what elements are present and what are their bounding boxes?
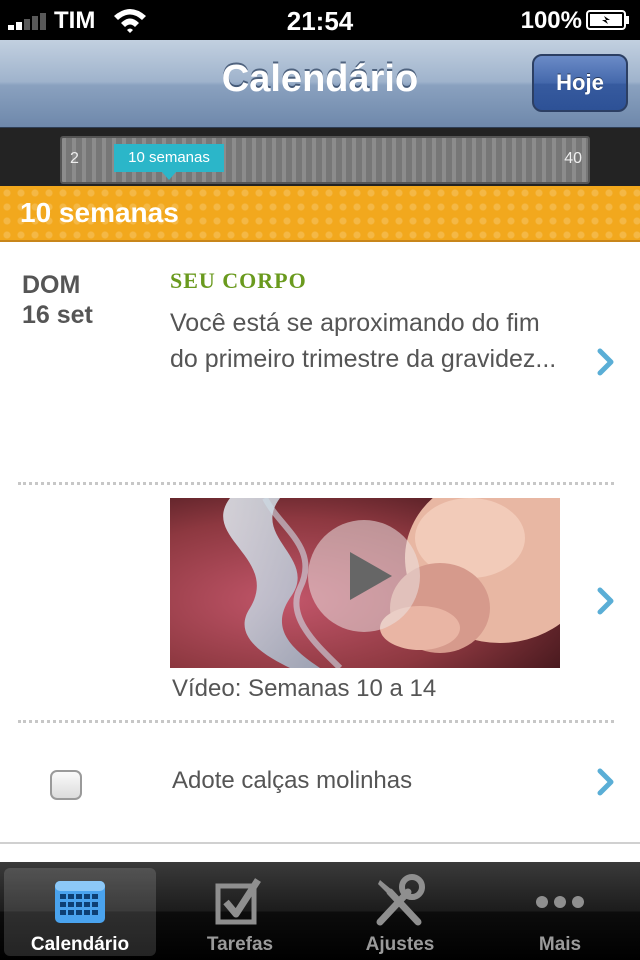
video-thumbnail[interactable] — [170, 498, 560, 668]
week-slider[interactable]: 2 40 10 semanas — [60, 136, 590, 184]
day-weekday: DOM — [22, 271, 81, 299]
tab-label: Tarefas — [206, 934, 274, 955]
day-label: DOM 16 set — [22, 270, 93, 330]
chevron-right-icon[interactable] — [596, 587, 616, 615]
week-slider-min: 2 — [70, 150, 79, 167]
task-checkbox[interactable] — [50, 770, 82, 800]
battery-icon — [586, 10, 629, 30]
more-icon — [536, 896, 584, 908]
checkbox-icon — [215, 878, 261, 925]
section-body-text: Você está se aproximando do fim do prime… — [170, 309, 557, 373]
chevron-right-icon[interactable] — [596, 768, 616, 796]
play-button[interactable] — [308, 520, 420, 632]
video-caption: Vídeo: Semanas 10 a 14 — [172, 675, 437, 702]
calendar-icon — [55, 881, 105, 923]
tab-calendario[interactable]: Calendário — [4, 868, 156, 956]
divider — [18, 482, 614, 485]
day-date: 16 set — [22, 301, 93, 329]
week-banner: 10 semanas — [0, 186, 640, 242]
play-icon — [350, 552, 392, 600]
chevron-right-icon[interactable] — [596, 348, 616, 376]
week-slider-max: 40 — [564, 150, 582, 167]
status-bar: TIM 21:54 100% — [0, 0, 640, 40]
navigation-bar: Calendário Hoje — [0, 40, 640, 128]
tab-label: Mais — [538, 934, 582, 955]
section-heading: SEU CORPO — [170, 268, 307, 293]
tab-ajustes[interactable]: Ajustes — [324, 868, 476, 956]
week-slider-thumb[interactable]: 10 semanas — [114, 144, 224, 180]
tab-mais[interactable]: Mais — [484, 868, 636, 956]
tab-label: Calendário — [30, 934, 130, 955]
tab-bar: Calendário Tarefas Ajustes Mais — [0, 862, 640, 960]
app-screen: TIM 21:54 100% Calendário Hoje 2 40 10 s… — [0, 0, 640, 960]
week-banner-label: 10 semanas — [20, 197, 179, 228]
today-button[interactable]: Hoje — [532, 54, 628, 112]
tools-icon — [376, 874, 425, 926]
tab-label: Ajustes — [365, 934, 435, 955]
tab-tarefas[interactable]: Tarefas — [164, 868, 316, 956]
divider — [18, 720, 614, 723]
battery-percentage: 100% — [520, 7, 582, 34]
list-end-divider — [0, 842, 640, 844]
week-slider-bar: 2 40 10 semanas — [0, 128, 640, 186]
task-label: Adote calças molinhas — [172, 767, 413, 794]
